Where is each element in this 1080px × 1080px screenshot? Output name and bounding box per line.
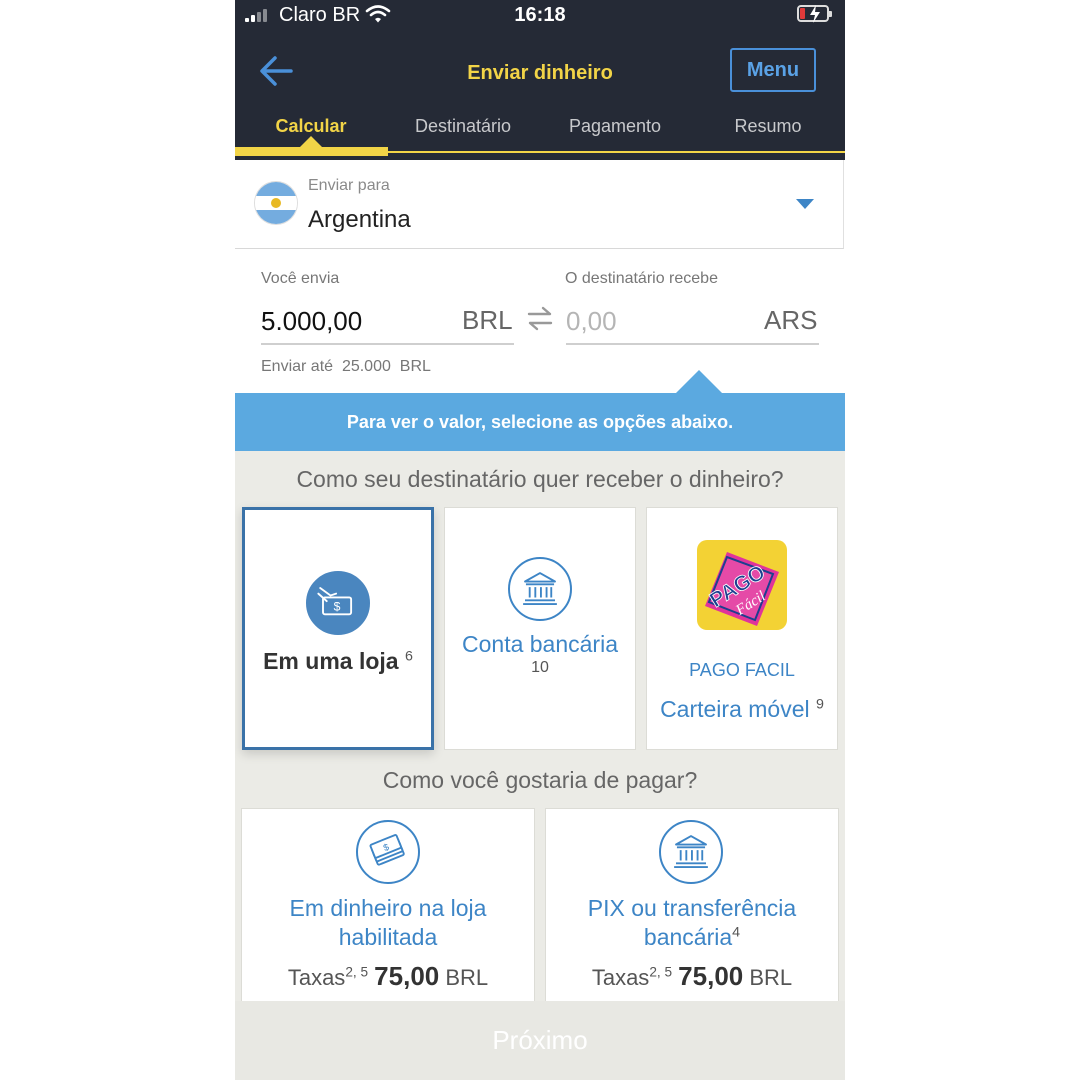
status-bar: Claro BR 16:18 xyxy=(235,0,845,30)
cash-stack-icon: $ xyxy=(356,820,420,884)
app-header: Claro BR 16:18 Enviar dinheiro Menu Calc… xyxy=(235,0,845,160)
pay-option-label-line2: bancária4 xyxy=(643,924,741,950)
next-button[interactable]: Próximo xyxy=(235,1001,845,1080)
swap-arrows-icon xyxy=(527,306,553,331)
receive-option-label: Carteira móvel 9 xyxy=(660,696,824,722)
send-amount-input[interactable]: 5.000,00 xyxy=(261,306,362,337)
tab-calcular[interactable]: Calcular xyxy=(235,116,387,137)
pay-option-fee: Taxas2, 5 75,00 BRL xyxy=(287,961,489,991)
pay-option-label-line1: PIX ou transferência xyxy=(587,895,797,921)
tab-active-notch xyxy=(300,136,322,147)
country-label: Enviar para xyxy=(308,177,390,194)
menu-button[interactable]: Menu xyxy=(730,48,816,92)
receive-option-bank[interactable]: Conta bancária 10 xyxy=(444,507,636,750)
hint-notch xyxy=(676,370,722,393)
send-amount-underline xyxy=(261,343,514,345)
receive-option-label: Conta bancária xyxy=(462,631,618,657)
tab-pagamento[interactable]: Pagamento xyxy=(539,116,691,137)
pago-facil-logo: PAGO Fácil xyxy=(697,540,787,630)
status-time: 16:18 xyxy=(514,4,566,26)
tab-resumo[interactable]: Resumo xyxy=(692,116,844,137)
svg-text:$: $ xyxy=(334,600,341,614)
pay-option-fee: Taxas2, 5 75,00 BRL xyxy=(591,961,793,991)
receive-option-store[interactable]: $ Em uma loja 6 xyxy=(242,507,434,750)
payment-method-question: Como você gostaria de pagar? xyxy=(382,767,698,793)
tab-destinatario[interactable]: Destinatário xyxy=(387,116,539,137)
bank-icon xyxy=(659,820,723,884)
receive-option-footnote: 10 xyxy=(531,659,549,676)
receive-option-label: Em uma loja 6 xyxy=(263,648,413,674)
info-banner: Para ver o valor, selecione as opções ab… xyxy=(235,393,845,451)
brand-name: PAGO FACIL xyxy=(689,660,795,680)
cash-hand-icon: $ xyxy=(306,571,370,635)
argentina-flag-icon xyxy=(255,182,297,224)
country-value: Argentina xyxy=(308,206,411,233)
tab-active-indicator xyxy=(235,147,388,156)
receive-amount-input[interactable]: 0,00 xyxy=(566,306,617,337)
app-screen: Claro BR 16:18 Enviar dinheiro Menu Calc… xyxy=(235,0,845,1080)
receive-method-question: Como seu destinatário quer receber o din… xyxy=(296,466,784,492)
send-amount-label: Você envia xyxy=(261,270,340,287)
receive-amount-label: O destinatário recebe xyxy=(565,270,718,287)
pay-option-label-line1: Em dinheiro na loja xyxy=(289,895,487,921)
battery-icon xyxy=(797,5,832,23)
country-selector[interactable]: Enviar para Argentina xyxy=(235,160,844,249)
pay-option-label-line2: habilitada xyxy=(338,924,438,950)
send-limit: Enviar até 25.000 BRL xyxy=(261,358,431,375)
receive-amount-underline xyxy=(566,343,819,345)
send-currency: BRL xyxy=(462,305,513,335)
receive-currency: ARS xyxy=(764,305,818,335)
bank-icon xyxy=(508,557,572,621)
dropdown-caret-icon xyxy=(796,199,814,209)
